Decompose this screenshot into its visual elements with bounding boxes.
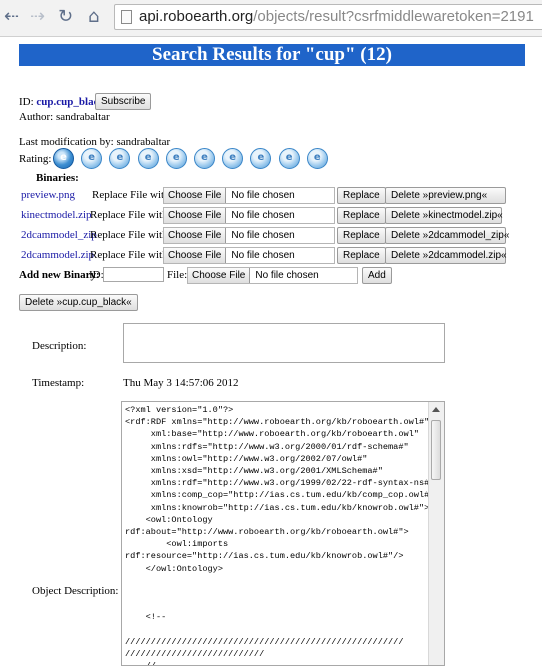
add-binary-label: Add new Binary: — [19, 269, 100, 281]
forward-arrow-icon[interactable]: ⇢ — [30, 7, 45, 27]
address-bar[interactable]: api.roboearth.org/objects/result?csrfmid… — [114, 4, 542, 30]
rating-star-glyph: e — [257, 152, 265, 163]
add-binary-id-label: ID: — [89, 269, 104, 281]
rating-star-icon[interactable]: e — [81, 148, 103, 169]
page-icon — [121, 10, 132, 24]
add-file-input[interactable]: Choose File No file chosen — [187, 267, 358, 284]
rating-star-icon[interactable]: e — [53, 148, 74, 169]
back-arrow-icon[interactable]: ⇠ — [4, 7, 19, 27]
rating-star-glyph: e — [144, 152, 152, 163]
object-description-code: <?xml version="1.0"?> <rdf:RDF xmlns="ht… — [125, 405, 435, 665]
scroll-up-arrow-icon[interactable] — [432, 407, 440, 412]
url-host: api.roboearth.org — [139, 8, 254, 25]
rating-star-glyph: e — [201, 152, 208, 163]
binary-name-link[interactable]: 2dcammodel_zip — [21, 229, 97, 241]
file-status: No file chosen — [231, 250, 295, 261]
choose-file-button[interactable]: Choose File — [164, 248, 227, 263]
binary-name-link[interactable]: preview.png — [21, 189, 75, 201]
file-status: No file chosen — [231, 190, 295, 201]
url-text: api.roboearth.org/objects/result?csrfmid… — [139, 8, 534, 25]
subscribe-button[interactable]: Subscribe — [95, 93, 152, 110]
replace-file-label: Replace File with: — [90, 249, 171, 261]
reload-icon[interactable]: ↻ — [58, 7, 73, 27]
rating-star-icon[interactable]: e — [222, 148, 244, 169]
rating-star-icon[interactable]: e — [250, 148, 272, 169]
delete-object-button[interactable]: Delete »cup.cup_black« — [19, 294, 138, 311]
delete-binary-button[interactable]: Delete »2dcammodel_zip« — [385, 227, 509, 244]
rating-star-glyph: e — [229, 152, 237, 163]
description-label: Description: — [32, 340, 87, 352]
replace-button[interactable]: Replace — [337, 187, 386, 204]
choose-file-button[interactable]: Choose File — [164, 228, 227, 243]
replace-file-input[interactable]: Choose File No file chosen — [163, 187, 335, 204]
rating-star-glyph: e — [116, 152, 124, 163]
replace-file-label: Replace File with: — [92, 189, 173, 201]
replace-file-label: Replace File with: — [90, 229, 171, 241]
delete-binary-button[interactable]: Delete »2dcammodel.zip« — [385, 247, 507, 264]
binary-name-link[interactable]: 2dcammodel.zip — [21, 249, 94, 261]
description-textarea[interactable] — [123, 323, 445, 363]
replace-file-input[interactable]: Choose File No file chosen — [163, 207, 335, 224]
delete-binary-button[interactable]: Delete »kinectmodel.zip« — [385, 207, 503, 224]
home-icon[interactable]: ⌂ — [88, 7, 99, 27]
scrollbar-thumb[interactable] — [431, 420, 441, 480]
rating-star-icon[interactable]: e — [137, 148, 159, 169]
add-binary-file-label: File: — [167, 269, 188, 281]
delete-binary-button[interactable]: Delete »preview.png« — [385, 187, 506, 204]
rating-star-glyph: e — [313, 152, 321, 163]
replace-file-input[interactable]: Choose File No file chosen — [163, 227, 335, 244]
choose-file-button[interactable]: Choose File — [164, 188, 227, 203]
rating-star-icon[interactable]: e — [194, 148, 215, 169]
file-status: No file chosen — [255, 270, 319, 281]
object-description-label: Object Description: — [32, 585, 119, 597]
rating-star-icon[interactable]: e — [306, 148, 328, 169]
replace-button[interactable]: Replace — [337, 227, 386, 244]
binaries-heading: Binaries: — [36, 172, 79, 184]
timestamp-label: Timestamp: — [32, 377, 85, 389]
replace-button[interactable]: Replace — [337, 247, 386, 264]
choose-file-button[interactable]: Choose File — [188, 268, 251, 283]
last-modification-text: Last modification by: sandrabaltar — [19, 136, 171, 148]
replace-file-label: Replace File with: — [90, 209, 171, 221]
rating-label: Rating: — [19, 153, 52, 165]
author-text: Author: sandrabaltar — [19, 111, 110, 123]
binary-name-link[interactable]: kinectmodel.zip — [21, 209, 92, 221]
url-path: /objects/result?csrfmiddlewaretoken=2191 — [253, 8, 534, 25]
object-id-line: ID: cup.cup_black — [19, 96, 105, 108]
timestamp-value: Thu May 3 14:57:06 2012 — [123, 377, 239, 389]
replace-file-input[interactable]: Choose File No file chosen — [163, 247, 335, 264]
rating-star-icon[interactable]: e — [165, 148, 187, 169]
rating-star-icon[interactable]: e — [109, 148, 131, 169]
rating-star-icon[interactable]: e — [278, 148, 300, 169]
object-id-label: ID: — [19, 96, 34, 108]
replace-button[interactable]: Replace — [337, 207, 386, 224]
object-description-textarea[interactable]: <?xml version="1.0"?> <rdf:RDF xmlns="ht… — [121, 401, 445, 666]
rating-star-glyph: e — [88, 152, 96, 163]
rating-star-glyph: e — [60, 152, 67, 163]
page-title: Search Results for "cup" (12) — [19, 44, 525, 66]
binary-id-input[interactable] — [103, 267, 164, 282]
browser-toolbar: ⇠ ⇢ ↻ ⌂ api.roboearth.org/objects/result… — [0, 0, 542, 37]
file-status: No file chosen — [231, 230, 295, 241]
file-status: No file chosen — [231, 210, 295, 221]
choose-file-button[interactable]: Choose File — [164, 208, 227, 223]
rating-star-glyph: e — [285, 152, 293, 163]
vertical-scrollbar[interactable] — [428, 402, 444, 665]
rating-star-glyph: e — [172, 152, 180, 163]
add-binary-button[interactable]: Add — [362, 267, 392, 284]
